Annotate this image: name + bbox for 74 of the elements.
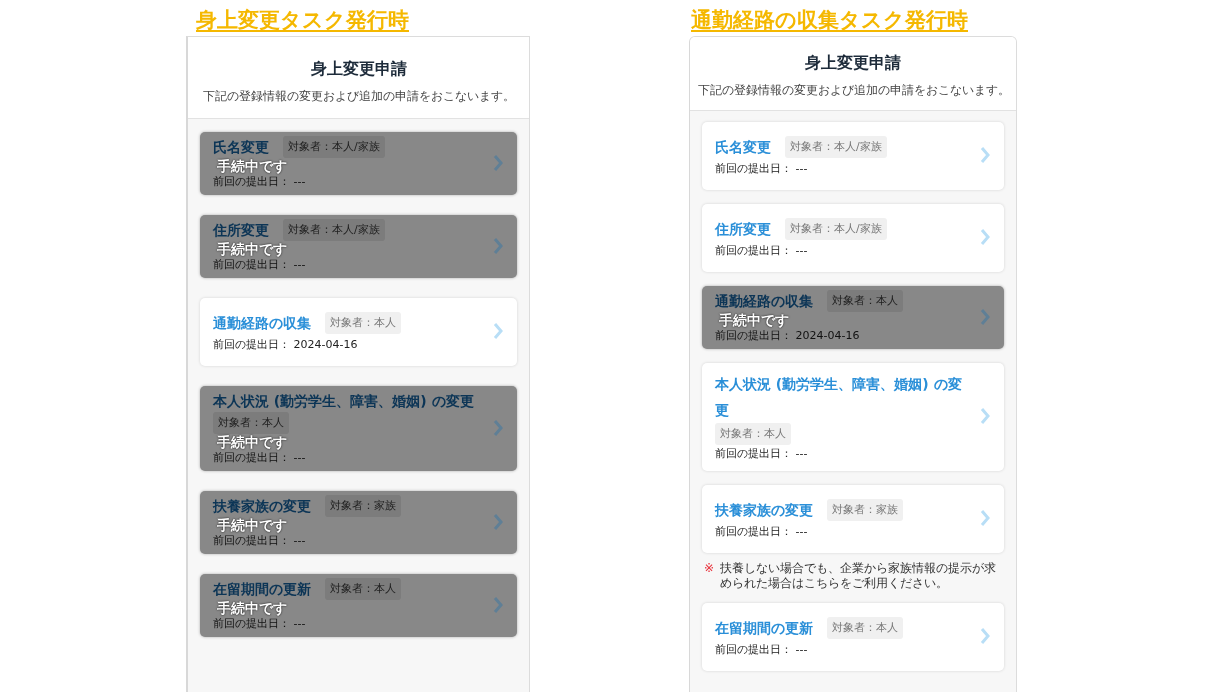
card-title: 扶養家族の変更 [715, 501, 813, 520]
application-card[interactable]: 本人状況 (勤労学生、障害、婚姻) の変更 対象者：本人 前回の提出日： --- [702, 363, 1004, 471]
last-submitted-date: 前回の提出日： --- [213, 534, 307, 548]
status-label: 手続中です [217, 600, 287, 616]
note-mark: ※ [704, 561, 715, 577]
card-title: 扶養家族の変更 [213, 497, 311, 516]
last-submitted-date: 前回の提出日： 2024-04-16 [213, 338, 359, 352]
card-title: 本人状況 (勤労学生、障害、婚姻) の変更 [213, 392, 474, 411]
application-card[interactable]: 住所変更 対象者：本人/家族 手続中です 前回の提出日： --- [200, 215, 517, 278]
last-submitted-date: 前回の提出日： --- [213, 617, 307, 631]
status-label: 手続中です [217, 434, 287, 450]
last-submitted-date: 前回の提出日： --- [715, 643, 809, 657]
target-tag: 対象者：本人/家族 [785, 136, 887, 158]
last-submitted-date: 前回の提出日： --- [715, 162, 809, 176]
target-tag: 対象者：本人 [827, 617, 903, 639]
last-submitted-date: 前回の提出日： --- [715, 525, 809, 539]
target-tag: 対象者：本人 [715, 423, 791, 445]
chevron-right-icon [980, 509, 990, 527]
application-card[interactable]: 扶養家族の変更 対象者：家族 前回の提出日： --- [702, 485, 1004, 553]
chevron-right-icon [980, 146, 990, 164]
section-heading: 身上変更タスク発行時 [195, 7, 410, 30]
target-tag: 対象者：本人 [325, 312, 401, 334]
page-description: 下記の登録情報の変更および追加の申請をおこないます。 [201, 89, 516, 104]
status-label: 手続中です [719, 312, 789, 328]
chevron-right-icon [493, 418, 503, 437]
card-title: 在留期間の更新 [213, 580, 311, 599]
chevron-right-icon [980, 228, 990, 246]
chevron-right-icon [493, 236, 503, 255]
last-submitted-date: 前回の提出日： --- [213, 175, 307, 189]
card-title: 通勤経路の収集 [213, 314, 311, 333]
application-card[interactable]: 通勤経路の収集 対象者：本人 前回の提出日： 2024-04-16 [200, 298, 517, 366]
application-card[interactable]: 在留期間の更新 対象者：本人 前回の提出日： --- [702, 603, 1004, 671]
card-title: 本人状況 (勤労学生、障害、婚姻) の変更 [715, 375, 963, 420]
chevron-right-icon [980, 407, 990, 425]
chevron-right-icon [493, 595, 503, 614]
card-title: 通勤経路の収集 [715, 292, 813, 311]
application-card[interactable]: 扶養家族の変更 対象者：家族 手続中です 前回の提出日： --- [200, 491, 517, 554]
target-tag: 対象者：本人/家族 [283, 219, 385, 241]
application-card[interactable]: 氏名変更 対象者：本人/家族 手続中です 前回の提出日： --- [200, 132, 517, 195]
chevron-right-icon [493, 512, 503, 531]
application-card[interactable]: 本人状況 (勤労学生、障害、婚姻) の変更 対象者：本人 手続中です 前回の提出日： --- [200, 386, 517, 471]
last-submitted-date: 前回の提出日： --- [715, 244, 809, 258]
target-tag: 対象者：家族 [325, 495, 401, 517]
last-submitted-date: 前回の提出日： --- [213, 258, 307, 272]
card-title: 氏名変更 [213, 138, 269, 157]
application-card[interactable]: 通勤経路の収集 対象者：本人 手続中です 前回の提出日： 2024-04-16 [702, 286, 1004, 349]
application-card[interactable]: 在留期間の更新 対象者：本人 手続中です 前回の提出日： --- [200, 574, 517, 637]
application-card[interactable]: 氏名変更 対象者：本人/家族 前回の提出日： --- [702, 122, 1004, 190]
section-heading: 通勤経路の収集タスク発行時 [690, 7, 969, 30]
chevron-right-icon [980, 627, 990, 645]
chevron-right-icon [493, 322, 503, 340]
card-title: 氏名変更 [715, 138, 771, 157]
target-tag: 対象者：本人 [827, 290, 903, 312]
target-tag: 対象者：本人/家族 [283, 136, 385, 158]
application-card[interactable]: 住所変更 対象者：本人/家族 前回の提出日： --- [702, 204, 1004, 272]
chevron-right-icon [493, 153, 503, 172]
note-text: 扶養しない場合でも、企業から家族情報の提示が求められた場合はこちらをご利用ください。 [720, 561, 998, 591]
card-title: 住所変更 [213, 221, 269, 240]
status-label: 手続中です [217, 517, 287, 533]
last-submitted-date: 前回の提出日： --- [715, 447, 809, 461]
status-label: 手続中です [217, 241, 287, 257]
chevron-right-icon [980, 307, 990, 326]
target-tag: 対象者：本人 [325, 578, 401, 600]
card-title: 在留期間の更新 [715, 619, 813, 638]
last-submitted-date: 前回の提出日： --- [213, 451, 307, 465]
target-tag: 対象者：本人 [213, 412, 289, 434]
page-title: 身上変更申請 [804, 53, 902, 73]
last-submitted-date: 前回の提出日： 2024-04-16 [715, 329, 861, 343]
target-tag: 対象者：本人/家族 [785, 218, 887, 240]
status-label: 手続中です [217, 158, 287, 174]
target-tag: 対象者：家族 [827, 499, 903, 521]
card-title: 住所変更 [715, 220, 771, 239]
page-description: 下記の登録情報の変更および追加の申請をおこないます。 [698, 83, 1008, 98]
page-title: 身上変更申請 [309, 59, 408, 79]
